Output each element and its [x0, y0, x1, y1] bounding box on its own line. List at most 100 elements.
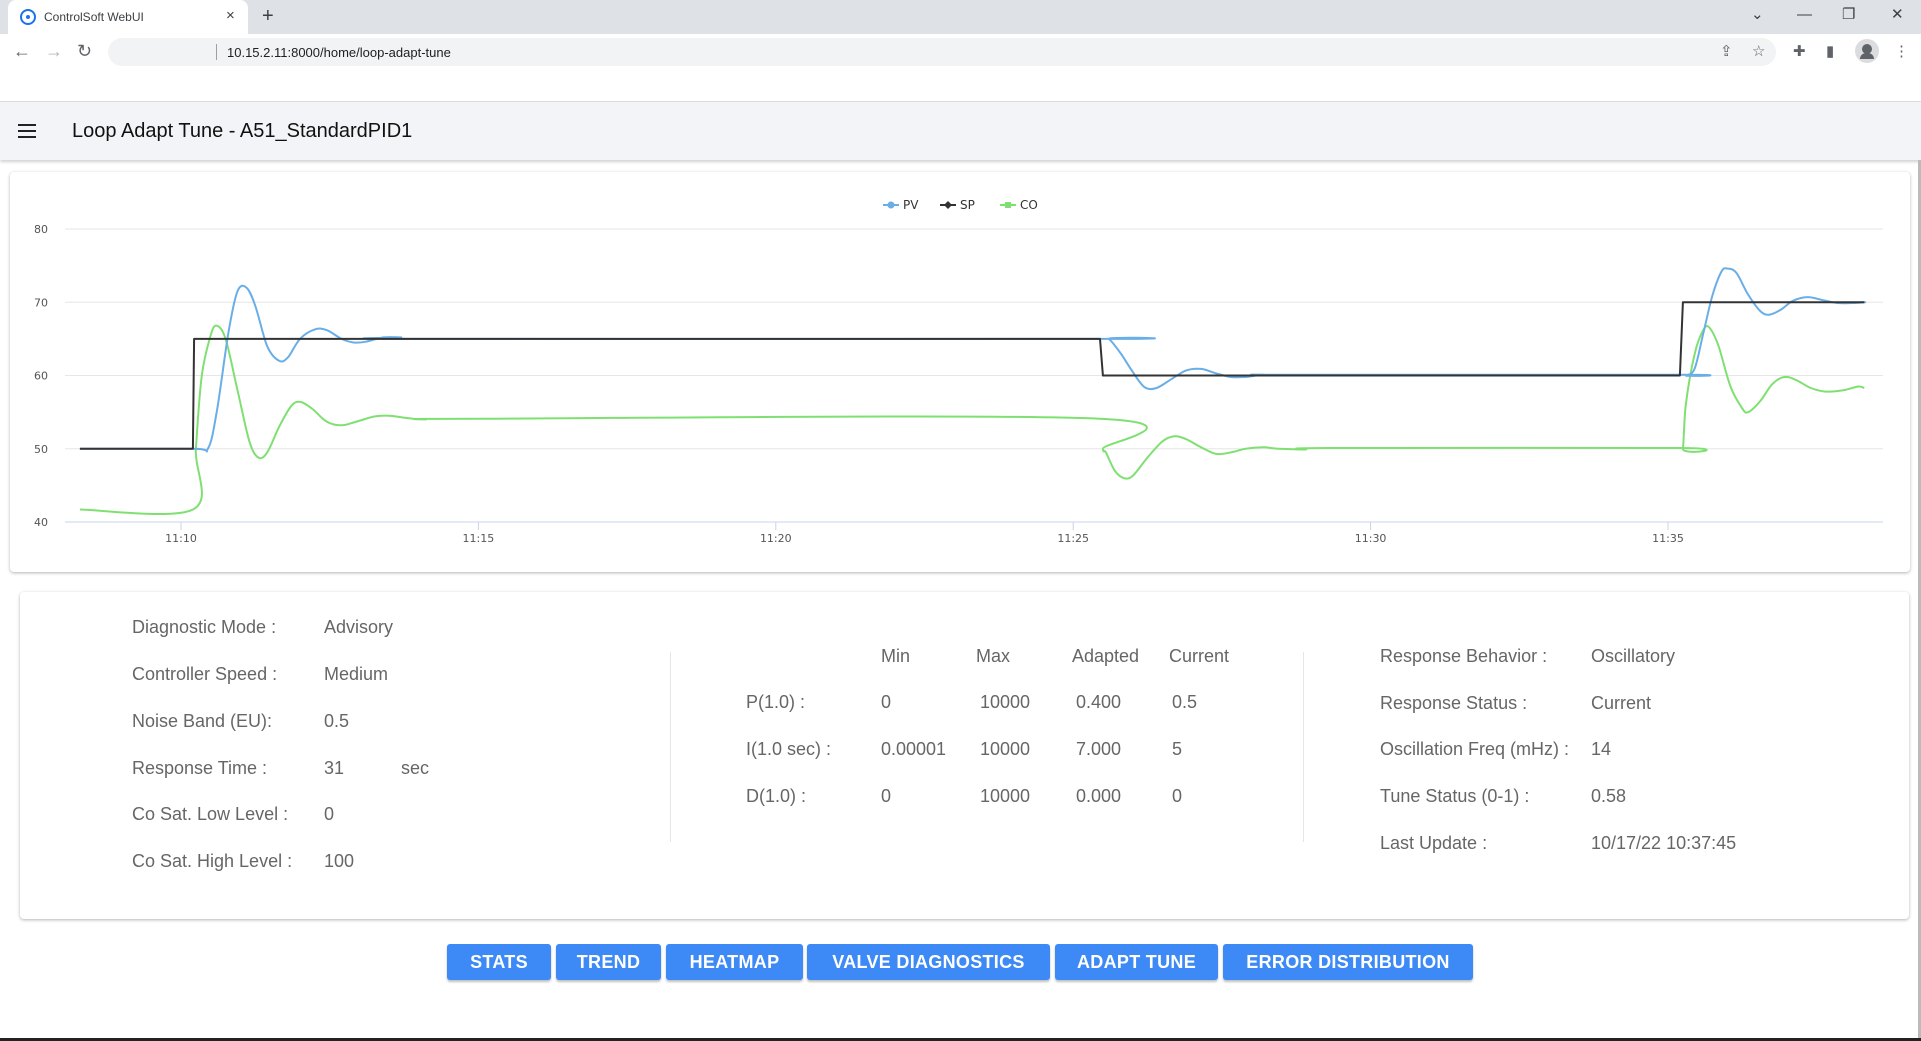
profile-avatar-icon[interactable]: [1855, 39, 1879, 63]
address-divider: [216, 44, 217, 60]
pid-current-value: 5: [1172, 739, 1183, 759]
new-tab-icon[interactable]: +: [262, 5, 274, 27]
reload-icon[interactable]: ↻: [77, 40, 92, 62]
minimize-icon[interactable]: —: [1797, 6, 1812, 24]
bookmark-star-icon[interactable]: ☆: [1752, 42, 1765, 62]
column-divider: [670, 652, 671, 842]
y-tick-label: 70: [34, 296, 48, 309]
pid-max-value: 10000: [980, 739, 1031, 759]
setting-value: 0.5: [324, 711, 350, 731]
tuning-info-card: Diagnostic Mode : Advisory Controller Spee…: [20, 592, 1909, 919]
restore-icon[interactable]: ❐: [1842, 6, 1855, 24]
browser-menu-icon[interactable]: ⋮: [1894, 42, 1909, 62]
status-label: Oscillation Freq (mHz) :: [1380, 739, 1570, 759]
pid-row-label: D(1.0) :: [746, 786, 807, 806]
chart-axes: 80 70 60 50 40 11:10 11:15 11:20 11:25 11:30 11:35: [34, 223, 1684, 545]
trend-chart-card: 80 70 60 50 40 11:10 11:15 11:20 11:25 11:30 11:35…: [10, 172, 1910, 572]
legend-marker-icon: [887, 201, 895, 209]
tab-search-icon[interactable]: ⌄: [1751, 6, 1764, 24]
status-label: Tune Status (0-1) :: [1380, 786, 1530, 806]
status-label: Response Status :: [1380, 693, 1528, 713]
x-tick-label: 11:25: [1057, 532, 1089, 545]
address-bar[interactable]: 10.15.2.11:8000/home/loop-adapt-tune ⇪ ☆: [108, 38, 1776, 66]
setting-label: Response Time :: [132, 758, 268, 778]
setting-value: Medium: [324, 664, 389, 684]
adapt-tune-button[interactable]: ADAPT TUNE: [1055, 944, 1218, 980]
chart-series: [79, 267, 1867, 516]
pid-row-label: P(1.0) :: [746, 692, 806, 712]
status-label: Response Behavior :: [1380, 646, 1548, 666]
pid-max-value: 10000: [980, 692, 1031, 712]
pid-min-value: 0: [881, 786, 892, 806]
setting-label: Diagnostic Mode :: [132, 617, 277, 637]
pid-current-value: 0: [1172, 786, 1183, 806]
status-value: 10/17/22 10:37:45: [1591, 833, 1737, 853]
side-panel-icon[interactable]: ▮: [1826, 42, 1834, 62]
app-header: Loop Adapt Tune - A51_StandardPID1: [0, 101, 1921, 160]
browser-toolbar: ← → ↻ 10.15.2.11:8000/home/loop-adapt-tu…: [0, 34, 1921, 70]
setting-value: Advisory: [324, 617, 394, 637]
heatmap-button[interactable]: HEATMAP: [666, 944, 803, 980]
error-distribution-button[interactable]: ERROR DISTRIBUTION: [1223, 944, 1473, 980]
legend-marker-icon: [1005, 202, 1011, 208]
tab-close-icon[interactable]: ×: [226, 7, 235, 25]
share-icon[interactable]: ⇪: [1720, 42, 1733, 62]
trend-chart: 80 70 60 50 40 11:10 11:15 11:20 11:25 11:30 11:35…: [34, 198, 1883, 545]
browser-tabstrip: ControlSoft WebUI × + ⌄ — ❐ ✕: [0, 0, 1921, 34]
chart-legend: PV SP CO: [883, 198, 1038, 212]
pid-min-value: 0: [881, 692, 892, 712]
pid-max-value: 10000: [980, 786, 1031, 806]
legend-item-sp[interactable]: SP: [940, 198, 975, 212]
legend-label: CO: [1020, 198, 1038, 212]
x-tick-label: 11:35: [1652, 532, 1684, 545]
x-tick-label: 11:15: [463, 532, 495, 545]
status-value: 0.58: [1591, 786, 1627, 806]
pid-min-value: 0.00001: [881, 739, 947, 759]
window-close-icon[interactable]: ✕: [1891, 6, 1904, 24]
pid-column-header: Current: [1169, 646, 1230, 666]
y-tick-label: 40: [34, 516, 48, 529]
y-tick-label: 60: [34, 370, 48, 383]
status-value: Current: [1591, 693, 1652, 713]
pid-adapted-value: 0.000: [1076, 786, 1122, 806]
pid-row-label: I(1.0 sec) :: [746, 739, 832, 759]
pid-adapted-value: 7.000: [1076, 739, 1122, 759]
setting-label: Co Sat. Low Level :: [132, 804, 289, 824]
status-value: Oscillatory: [1591, 646, 1676, 666]
legend-marker-icon: [944, 201, 952, 209]
setting-value: 0: [324, 804, 335, 824]
stats-button[interactable]: STATS: [447, 944, 551, 980]
setting-label: Co Sat. High Level :: [132, 851, 293, 871]
setting-value: 100: [324, 851, 355, 871]
legend-label: PV: [903, 198, 919, 212]
x-tick-label: 11:10: [165, 532, 197, 545]
valve-diagnostics-button[interactable]: VALVE DIAGNOSTICS: [807, 944, 1050, 980]
favicon-icon: [20, 9, 36, 25]
hamburger-menu-icon[interactable]: [18, 124, 36, 138]
pid-adapted-value: 0.400: [1076, 692, 1122, 712]
extensions-icon[interactable]: ✚: [1793, 42, 1806, 62]
address-url[interactable]: 10.15.2.11:8000/home/loop-adapt-tune: [227, 45, 451, 60]
setting-label: Noise Band (EU):: [132, 711, 273, 731]
trend-button[interactable]: TREND: [556, 944, 661, 980]
status-label: Last Update :: [1380, 833, 1488, 853]
forward-icon[interactable]: →: [45, 40, 63, 62]
browser-tab[interactable]: ControlSoft WebUI ×: [8, 0, 248, 34]
series-line-co: [79, 324, 1865, 516]
pid-column-header: Adapted: [1072, 646, 1140, 666]
page-title: Loop Adapt Tune - A51_StandardPID1: [72, 120, 413, 142]
setting-unit: sec: [401, 758, 430, 778]
pid-column-header: Min: [881, 646, 911, 666]
y-tick-label: 80: [34, 223, 48, 236]
status-value: 14: [1591, 739, 1612, 759]
pid-current-value: 0.5: [1172, 692, 1198, 712]
y-tick-label: 50: [34, 443, 48, 456]
pid-column-header: Max: [976, 646, 1011, 666]
x-tick-label: 11:20: [760, 532, 792, 545]
setting-value: 31: [324, 758, 345, 778]
tab-title: ControlSoft WebUI: [44, 10, 144, 24]
legend-item-pv[interactable]: PV: [883, 198, 919, 212]
back-icon[interactable]: ←: [13, 40, 31, 62]
legend-item-co[interactable]: CO: [1000, 198, 1038, 212]
setting-label: Controller Speed :: [132, 664, 278, 684]
